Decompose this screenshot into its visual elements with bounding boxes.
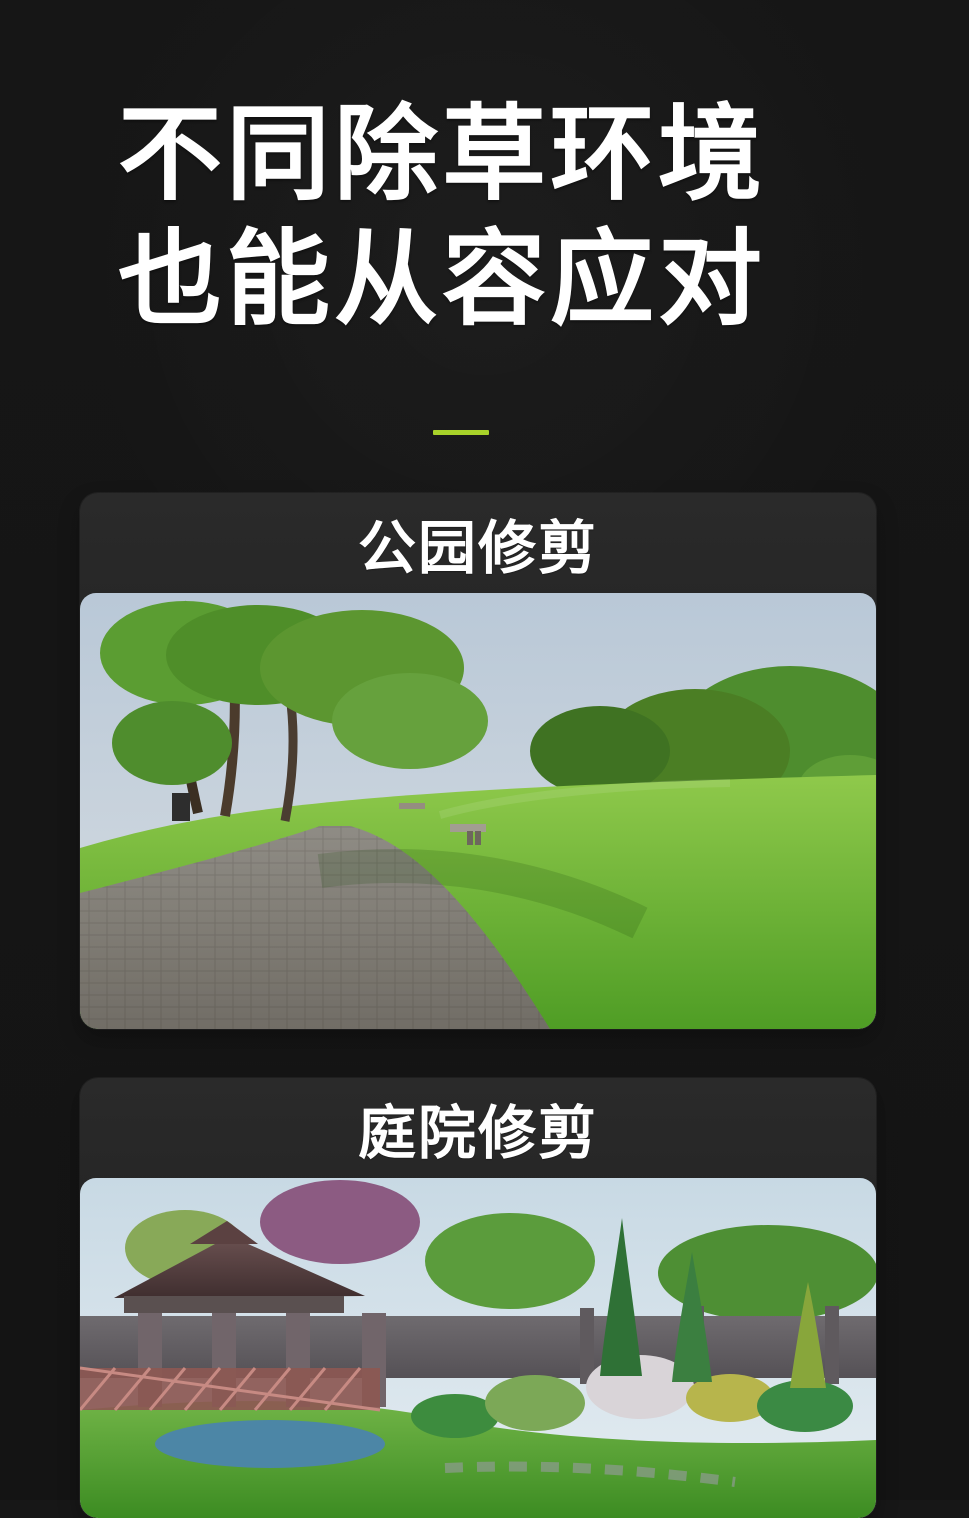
yard-card-title: 庭院修剪 [357,1099,598,1167]
tree-canopy-left-4 [332,673,488,769]
yard-scene-image [80,1178,876,1518]
gazebo-eave [124,1296,344,1313]
wall-pillar-3 [825,1306,839,1384]
park-trimming-card: 公园修剪 [80,493,876,1029]
yard-trimming-card: 庭院修剪 [80,1078,876,1518]
headline-line-2: 也能从容应对 [118,218,767,340]
park-scene-image [80,593,876,1029]
small-pond [155,1420,385,1468]
background-tree-purple [260,1180,420,1264]
headline-line-1: 不同除草环境 [118,93,767,215]
tree-canopy-left-5 [112,701,232,785]
accent-divider [433,430,489,435]
bench-1 [450,824,486,832]
hero-headline: 不同除草环境 也能从容应对 [118,92,838,342]
park-card-title: 公园修剪 [357,514,598,582]
shrub-2 [485,1375,585,1431]
bench-2 [399,803,425,809]
background-tree-2 [425,1213,595,1309]
bench-1-leg-right [475,831,481,845]
bench-1-leg-left [467,831,473,845]
trash-bin [172,793,190,821]
